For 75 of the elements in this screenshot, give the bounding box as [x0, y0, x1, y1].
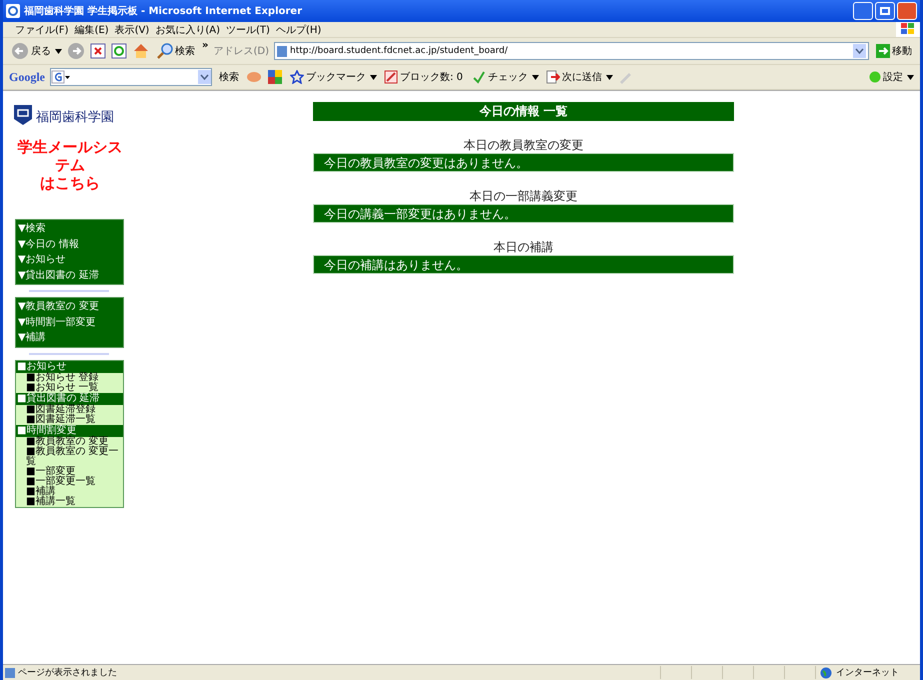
popup-blocker-button[interactable]: ブロック数: 0 — [382, 70, 465, 84]
page-icon — [276, 46, 287, 56]
menu-section-header: ■時間割変更 — [16, 424, 123, 436]
section-message: 今日の補講はありません。 — [313, 255, 734, 274]
address-field[interactable]: http://board.student.fdcnet.ac.jp/student_board/ — [274, 42, 869, 60]
caret-icon[interactable] — [907, 74, 914, 80]
menu-link[interactable]: ▼貸出図書の 延滞 — [16, 268, 123, 283]
caret-icon[interactable] — [606, 74, 613, 80]
google-search-field[interactable] — [50, 68, 212, 86]
menu-link[interactable]: ▼教員教室の 変更 — [16, 299, 123, 314]
send-arrow-icon — [546, 70, 560, 84]
go-button[interactable]: 移動 — [874, 44, 914, 58]
bookmarks-button[interactable]: ブックマーク — [288, 70, 368, 84]
blocked-window-icon — [384, 70, 398, 84]
section-title: 本日の一部講義変更 — [468, 188, 578, 204]
settings-button[interactable]: 設定 — [867, 70, 905, 84]
section-title: 本日の教員教室の変更 — [462, 137, 584, 153]
send-to-button[interactable]: 次に送信 — [544, 70, 604, 84]
menu-link[interactable]: ■図書延滞一覧 — [16, 414, 123, 424]
section-message: 今日の講義一部変更はありません。 — [313, 204, 734, 223]
caret-icon[interactable] — [370, 74, 377, 80]
menu-link[interactable]: ▼時間割一部変更 — [16, 314, 123, 330]
status-text: ページが表示されました — [3, 666, 117, 679]
menu-link[interactable]: ■一部変更一覧 — [16, 476, 123, 486]
menu-link[interactable]: ■一部変更 — [16, 466, 123, 476]
google-g-icon — [51, 70, 71, 84]
address-label: アドレス(D) — [213, 45, 269, 58]
search-button[interactable]: 検索 — [155, 43, 197, 59]
page-heading: 今日の情報 一覧 — [313, 102, 734, 121]
caret-icon[interactable] — [55, 48, 62, 54]
back-button[interactable]: 戻る — [9, 42, 53, 60]
stop-icon[interactable] — [90, 43, 106, 59]
menu-link[interactable]: ■教員教室の 変更 — [16, 436, 123, 446]
globe-icon — [820, 666, 832, 678]
menu-link[interactable]: ■図書延滞登録 — [16, 404, 123, 414]
school-name: 福岡歯科学園 — [36, 109, 114, 126]
menu-link[interactable]: ▼お知らせ — [16, 252, 123, 268]
window-title: 福岡歯科学園 学生掲示板 - Microsoft Internet Explorer — [24, 4, 304, 18]
caret-icon[interactable] — [532, 74, 539, 80]
menu-item[interactable]: 編集(E) — [74, 22, 115, 36]
menu-link[interactable]: ▼検索 — [16, 221, 123, 236]
section-message: 今日の教員教室の変更はありません。 — [313, 153, 734, 172]
arrow-icon — [876, 44, 890, 58]
security-zone: インターネット — [815, 666, 920, 679]
mail-system-link[interactable]: 学生メールシステム はこちら — [15, 138, 125, 192]
search-button[interactable]: 検索 — [217, 70, 241, 84]
close-button[interactable] — [897, 2, 917, 20]
menu-link[interactable]: ■補講 — [16, 486, 123, 496]
menu-link[interactable]: ▼今日の 情報 — [16, 236, 123, 252]
spellcheck-button[interactable]: チェック — [470, 70, 530, 84]
refresh-icon[interactable] — [111, 43, 127, 59]
star-icon — [290, 70, 304, 84]
menu-item[interactable]: ヘルプ(H) — [276, 22, 328, 36]
menu-link[interactable]: ■教員教室の 変更一覧 — [16, 446, 123, 466]
minimize-button[interactable] — [853, 2, 873, 20]
more-chevron[interactable]: » — [202, 40, 208, 51]
menu-link[interactable]: ■お知らせ 登録 — [16, 372, 123, 382]
google-logo: Google — [9, 70, 45, 84]
menu-link[interactable]: ▼補講 — [16, 330, 123, 346]
browser-icon — [6, 4, 20, 18]
menu-item[interactable]: ツール(T) — [226, 22, 276, 36]
windows-flag-icon — [896, 22, 920, 37]
url-text: http://board.student.fdcnet.ac.jp/student_board/ — [290, 46, 509, 56]
menu-link[interactable]: ■補講一覧 — [16, 496, 123, 506]
home-icon[interactable] — [132, 42, 150, 60]
menu-link[interactable]: ■お知らせ 一覧 — [16, 382, 123, 392]
maximize-button[interactable] — [875, 2, 895, 20]
section-title: 本日の補講 — [492, 239, 554, 255]
menu-section-header: ■お知らせ — [16, 360, 123, 372]
menu-item[interactable]: ファイル(F) — [15, 22, 75, 36]
status-dot-icon — [869, 71, 881, 83]
checkmark-icon — [472, 70, 486, 84]
menu-item[interactable]: お気に入り(A) — [155, 22, 226, 36]
menu-item[interactable]: 表示(V) — [114, 22, 156, 36]
menu-section-header: ■貸出図書の 延滞 — [16, 392, 123, 404]
